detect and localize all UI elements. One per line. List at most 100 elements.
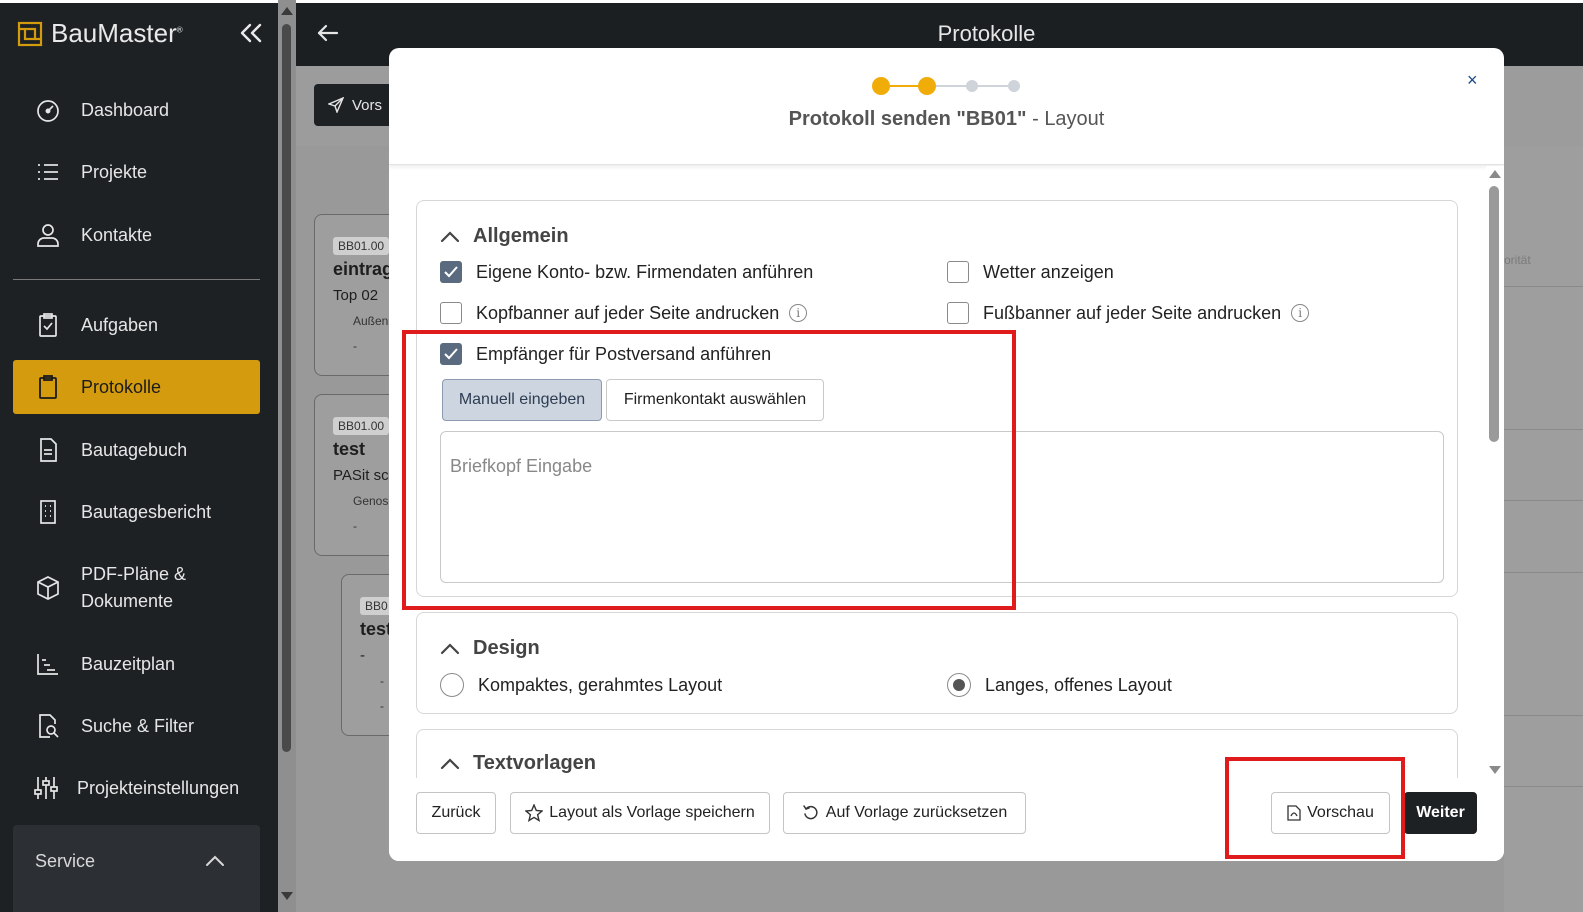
card-meta: Genos bbox=[353, 494, 389, 508]
scroll-up-arrow-icon[interactable] bbox=[1489, 170, 1501, 178]
send-button-label: Vors bbox=[352, 96, 383, 114]
sidebar-item-projekteinstellungen[interactable]: Projekteinstellungen bbox=[13, 761, 260, 815]
card-subtitle: Top 02 bbox=[333, 287, 379, 304]
modal-header: Protokoll senden "BB01" - Layout × bbox=[389, 48, 1504, 165]
option-eigene-kontodaten[interactable]: Eigene Konto- bzw. Firmendaten anführen bbox=[440, 261, 813, 283]
checkbox[interactable] bbox=[440, 302, 462, 324]
background-column-header: orität bbox=[1504, 253, 1531, 267]
checkbox-checked[interactable] bbox=[440, 261, 462, 283]
sidebar-item-label: Bautagesbericht bbox=[81, 501, 212, 522]
sidebar-item-aufgaben[interactable]: Aufgaben bbox=[13, 298, 260, 352]
sidebar-scrollbar[interactable] bbox=[278, 0, 296, 912]
section-design: Design Kompaktes, gerahmtes Layout Lange… bbox=[416, 612, 1458, 714]
sidebar-item-label: Protokolle bbox=[81, 376, 162, 397]
card-subtitle: PASit sc bbox=[333, 467, 389, 484]
save-layout-template-button[interactable]: Layout als Vorlage speichern bbox=[510, 792, 770, 834]
sidebar-item-suche-filter[interactable]: Suche & Filter bbox=[13, 699, 260, 753]
radio-button[interactable] bbox=[440, 673, 464, 697]
card-meta: - bbox=[380, 674, 384, 688]
scrollbar-thumb[interactable] bbox=[1489, 186, 1499, 442]
radio-button-selected[interactable] bbox=[947, 673, 971, 697]
scrollbar-thumb[interactable] bbox=[282, 24, 291, 752]
modal-title: Protokoll senden "BB01" - Layout bbox=[788, 108, 1105, 130]
sidebar-item-label: Bauzeitplan bbox=[81, 653, 176, 674]
back-button[interactable]: Zurück bbox=[416, 792, 496, 834]
card-flag: - bbox=[353, 339, 357, 353]
clipboard-icon bbox=[35, 374, 61, 400]
sidebar: BauMaster® Dashboard Projekte Kontakte A… bbox=[0, 0, 278, 912]
service-section[interactable]: Service bbox=[13, 825, 260, 912]
sidebar-item-protokolle[interactable]: Protokolle bbox=[13, 360, 260, 414]
step-indicator bbox=[872, 77, 1020, 95]
section-textvorlagen-header[interactable]: Textvorlagen bbox=[439, 752, 596, 775]
sidebar-item-label: Projekte bbox=[81, 161, 148, 182]
chevron-up-icon bbox=[440, 642, 460, 654]
sidebar-item-label: Suche & Filter bbox=[81, 715, 195, 736]
option-langes-layout[interactable]: Langes, offenes Layout bbox=[947, 673, 1172, 697]
document-icon bbox=[35, 437, 61, 463]
step-dot-2 bbox=[918, 77, 936, 95]
card-meta: Außen bbox=[353, 314, 389, 328]
card-tag: BB01.00 bbox=[333, 237, 390, 255]
section-design-header[interactable]: Design bbox=[439, 637, 540, 660]
dashboard-icon bbox=[35, 97, 61, 123]
cube-icon bbox=[35, 575, 61, 601]
sidebar-item-label: Kontakte bbox=[81, 224, 153, 245]
scroll-down-arrow-icon[interactable] bbox=[281, 892, 293, 900]
list-icon bbox=[35, 159, 61, 185]
card-tag: BB0 bbox=[360, 597, 393, 615]
chevron-up-icon[interactable] bbox=[203, 849, 227, 873]
highlight-box-recipient bbox=[402, 330, 1016, 610]
sidebar-item-label: Aufgaben bbox=[81, 314, 159, 335]
chevron-up-icon bbox=[440, 757, 460, 769]
star-icon bbox=[525, 804, 544, 822]
sliders-icon bbox=[33, 775, 59, 801]
sidebar-top-line bbox=[0, 0, 278, 3]
sidebar-item-projekte[interactable]: Projekte bbox=[13, 145, 260, 199]
info-icon[interactable]: i bbox=[1291, 304, 1310, 322]
card-subtitle: - bbox=[360, 647, 365, 664]
option-kopfbanner[interactable]: Kopfbanner auf jeder Seite andrucken i bbox=[440, 302, 808, 324]
section-allgemein-header[interactable]: Allgemein bbox=[439, 225, 569, 248]
paper-plane-icon bbox=[328, 97, 344, 113]
clipboard-check-icon bbox=[35, 312, 61, 338]
sidebar-item-bautagebuch[interactable]: Bautagebuch bbox=[13, 423, 260, 477]
card-flag: - bbox=[353, 519, 357, 533]
sidebar-item-bautagesbericht[interactable]: Bautagesbericht bbox=[13, 485, 260, 539]
app-header-top-line bbox=[296, 0, 1583, 3]
undo-icon bbox=[803, 805, 818, 820]
service-label: Service bbox=[35, 851, 96, 871]
chart-icon bbox=[35, 651, 61, 677]
step-dot-4 bbox=[1008, 80, 1020, 92]
close-icon[interactable]: × bbox=[1467, 70, 1478, 91]
option-kompaktes-layout[interactable]: Kompaktes, gerahmtes Layout bbox=[440, 673, 722, 697]
card-tag: BB01.00 bbox=[333, 417, 390, 435]
reset-template-button[interactable]: Auf Vorlage zurücksetzen bbox=[783, 792, 1026, 834]
sidebar-item-kontakte[interactable]: Kontakte bbox=[13, 208, 260, 262]
scroll-up-arrow-icon[interactable] bbox=[281, 7, 293, 15]
building-icon bbox=[35, 499, 61, 525]
step-dot-1 bbox=[872, 77, 890, 95]
checkbox[interactable] bbox=[947, 261, 969, 283]
option-fussbanner[interactable]: Fußbanner auf jeder Seite andrucken i bbox=[947, 302, 1310, 324]
sidebar-divider bbox=[13, 279, 260, 280]
highlight-box-preview bbox=[1225, 757, 1405, 859]
next-button[interactable]: Weiter bbox=[1404, 792, 1477, 834]
info-icon[interactable]: i bbox=[789, 304, 808, 322]
page-title: Protokolle bbox=[937, 21, 1036, 46]
sidebar-item-label: Projekteinstellungen bbox=[77, 777, 240, 798]
sidebar-item-dashboard[interactable]: Dashboard bbox=[13, 83, 260, 137]
step-dot-3 bbox=[966, 80, 978, 92]
option-wetter-anzeigen[interactable]: Wetter anzeigen bbox=[947, 261, 1114, 283]
sidebar-item-label: Bautagebuch bbox=[81, 439, 188, 460]
sidebar-item-label: Dashboard bbox=[81, 99, 170, 120]
user-icon bbox=[35, 222, 61, 248]
card-title: test bbox=[360, 619, 393, 639]
search-document-icon bbox=[35, 713, 61, 739]
sidebar-item-bauzeitplan[interactable]: Bauzeitplan bbox=[13, 637, 260, 691]
scroll-down-arrow-icon[interactable] bbox=[1489, 766, 1501, 774]
checkbox[interactable] bbox=[947, 302, 969, 324]
chevron-up-icon bbox=[440, 230, 460, 242]
sidebar-item-pdf-plaene[interactable]: PDF-Pläne & Dokumente bbox=[13, 556, 260, 620]
modal-scrollbar[interactable] bbox=[1486, 166, 1504, 778]
